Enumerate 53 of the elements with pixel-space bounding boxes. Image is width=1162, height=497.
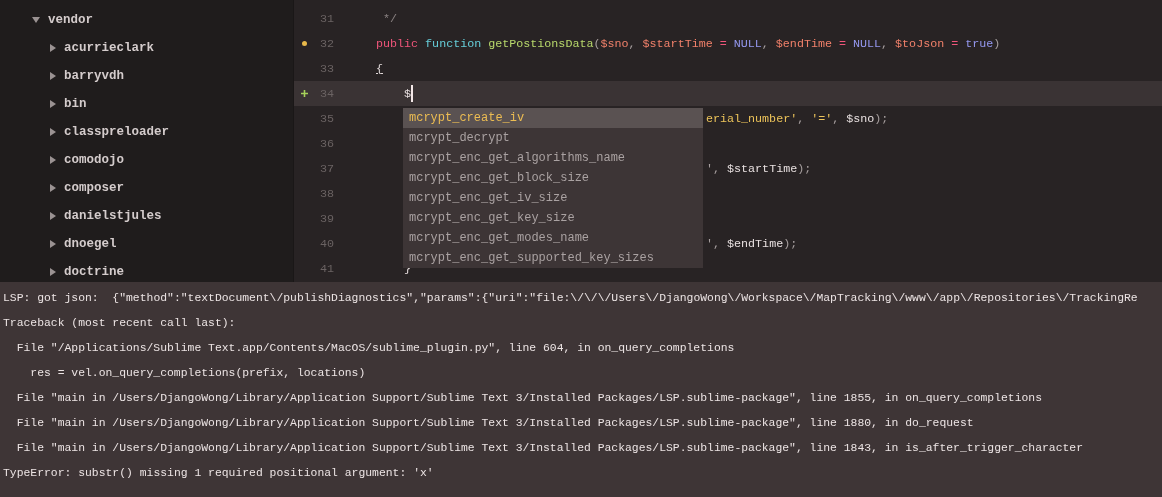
completion-item[interactable]: mcrypt_enc_get_supported_key_sizes xyxy=(403,248,703,268)
console-line: File "main in /Users/DjangoWong/Library/Application Support/Sublime Text 3/Installed Packages/LSP.sublime-package", line 1880, in do_request xyxy=(16,416,974,431)
code-line: */ xyxy=(382,11,398,26)
console-line: TypeError: substr() missing 1 required positional argument: 'x' xyxy=(3,466,434,481)
line-number: 36 xyxy=(318,136,334,151)
disclosure-icon[interactable] xyxy=(50,156,56,164)
completion-item[interactable]: mcrypt_enc_get_key_size xyxy=(403,208,703,228)
completion-item[interactable]: mcrypt_enc_get_block_size xyxy=(403,168,703,188)
completion-item[interactable]: mcrypt_decrypt xyxy=(403,128,703,148)
code-line: $ xyxy=(403,86,412,101)
disclosure-icon[interactable] xyxy=(50,240,56,248)
completion-item[interactable]: mcrypt_enc_get_algorithms_name xyxy=(403,148,703,168)
folder-item[interactable]: comodojo xyxy=(0,146,293,174)
folder-item[interactable]: barryvdh xyxy=(0,62,293,90)
folder-item[interactable]: doctrine xyxy=(0,258,293,282)
disclosure-icon[interactable] xyxy=(32,17,40,23)
code-line: public function getPostionsData($sno, $startTime = NULL, $endTime = NULL, $toJson = true) xyxy=(376,36,1001,51)
line-number: 32 xyxy=(318,36,334,51)
completion-item[interactable]: mcrypt_enc_get_modes_name xyxy=(403,228,703,248)
line-number: 31 xyxy=(318,11,334,26)
disclosure-icon[interactable] xyxy=(50,268,56,276)
folder-item[interactable]: bin xyxy=(0,90,293,118)
console-line: LSP: got json: {"method":"textDocument\/publishDiagnostics","params":{"uri":"file:\/\/\/Users\/DjangoWong\/Workspace\/MapTracking\/www\/app\/Repositories\/TrackingRe xyxy=(3,291,1138,306)
line-number: 41 xyxy=(318,261,334,276)
console-line: res = vel.on_query_completions(prefix, locations) xyxy=(30,366,366,381)
disclosure-icon[interactable] xyxy=(50,100,56,108)
code-line: ', $startTime); xyxy=(706,161,812,176)
folder-item[interactable]: acurrieclark xyxy=(0,34,293,62)
completion-item[interactable]: mcrypt_enc_get_iv_size xyxy=(403,188,703,208)
console-line: Traceback (most recent call last): xyxy=(3,316,236,331)
line-number: 37 xyxy=(318,161,334,176)
line-number: 40 xyxy=(318,236,334,251)
disclosure-icon[interactable] xyxy=(50,44,56,52)
folder-item[interactable]: vendor xyxy=(0,6,293,34)
disclosure-icon[interactable] xyxy=(50,72,56,80)
line-number: 38 xyxy=(318,186,334,201)
code-line: ', $endTime); xyxy=(706,236,798,251)
folder-item[interactable]: classpreloader xyxy=(0,118,293,146)
code-line: erial_number', '=', $sno); xyxy=(706,111,889,126)
console-line: File "main in /Users/DjangoWong/Library/Application Support/Sublime Text 3/Installed Packages/LSP.sublime-package", line 1843, in is_after_trigger_character xyxy=(16,441,1083,456)
disclosure-icon[interactable] xyxy=(50,184,56,192)
line-number: 39 xyxy=(318,211,334,226)
code-line: { xyxy=(376,61,383,76)
folder-item[interactable]: composer xyxy=(0,174,293,202)
line-number: 35 xyxy=(318,111,334,126)
console-line: File "main in /Users/DjangoWong/Library/Application Support/Sublime Text 3/Installed Packages/LSP.sublime-package", line 1855, in on_query_completions xyxy=(16,391,1042,406)
disclosure-icon[interactable] xyxy=(50,128,56,136)
disclosure-icon[interactable] xyxy=(50,212,56,220)
line-number: 33 xyxy=(318,61,334,76)
folder-item[interactable]: danielstjules xyxy=(0,202,293,230)
folder-item[interactable]: dnoegel xyxy=(0,230,293,258)
completion-item[interactable]: mcrypt_create_iv xyxy=(403,108,703,128)
console-line: File "/Applications/Sublime Text.app/Contents/MacOS/sublime_plugin.py", line 604, in on_query_completions xyxy=(16,341,735,356)
